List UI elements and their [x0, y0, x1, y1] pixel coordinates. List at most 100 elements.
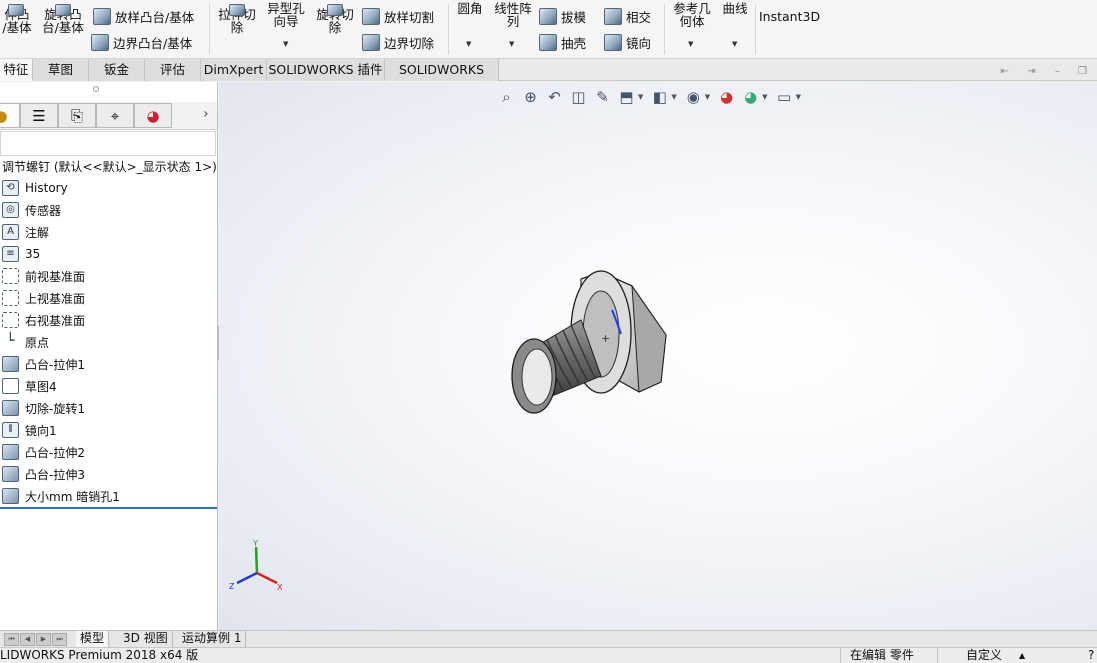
curves-button[interactable]: 曲线	[718, 2, 752, 15]
fillet-caret-icon[interactable]: ▼	[466, 40, 471, 48]
chevron-down-icon[interactable]: ▼	[762, 93, 767, 101]
tree-item-annotations[interactable]: A 注解	[2, 222, 49, 242]
tree-item-mirror1[interactable]: ⫴ 镜向1	[2, 420, 57, 440]
tree-item-cut-revolve1[interactable]: 切除-旋转1	[2, 398, 85, 418]
revolve-boss-button[interactable]: 旋转凸 台/基体	[38, 4, 88, 34]
unit-system-selector[interactable]: 自定义	[966, 648, 1002, 663]
chevron-down-icon[interactable]: ▼	[796, 93, 801, 101]
reference-geometry-caret-icon[interactable]: ▼	[688, 40, 693, 48]
curves-caret-icon[interactable]: ▼	[732, 40, 737, 48]
previous-tab-icon[interactable]: ◀	[20, 633, 35, 646]
origin-icon: └	[6, 333, 15, 349]
svg-text:Z: Z	[229, 582, 235, 591]
zoom-to-fit-icon[interactable]: ⌕	[497, 88, 516, 107]
graphics-area[interactable]: ⌕ ⊕ ↶ ◫ ✎ ⬒ ▼ ◧ ▼ ◉ ▼ ◕ ◕ ▼ ▭ ▼ + Y X Z	[219, 82, 1097, 630]
tree-item-label: 原点	[25, 335, 50, 350]
display-manager-tab[interactable]: ◕	[134, 103, 172, 128]
fillet-button[interactable]: 圆角	[454, 2, 486, 15]
hole-wizard-caret-icon[interactable]: ▼	[283, 40, 288, 48]
last-tab-icon[interactable]: ⏭	[52, 633, 67, 646]
zoom-to-area-icon[interactable]: ⊕	[521, 88, 540, 107]
plane-icon	[2, 268, 19, 284]
tree-item-history[interactable]: ⟲ History	[2, 178, 68, 198]
fillet-label: 圆角	[457, 1, 483, 16]
previous-view-icon[interactable]: ↶	[545, 88, 564, 107]
tree-item-boss-extrude2[interactable]: 凸台-拉伸2	[2, 442, 85, 462]
display-style-icon[interactable]: ◧	[650, 88, 669, 107]
chevron-down-icon[interactable]: ▼	[705, 93, 710, 101]
tab-model[interactable]: 模型	[76, 631, 110, 647]
tab-sketch[interactable]: 草图	[33, 59, 89, 81]
reference-geometry-button[interactable]: 参考几 何体	[669, 2, 715, 28]
boundary-boss-button[interactable]: 边界凸台/基体	[91, 33, 192, 52]
hole-wizard-label: 异型孔 向导	[267, 1, 305, 29]
dimxpert-manager-tab[interactable]: ⌖	[96, 103, 134, 128]
chevron-down-icon[interactable]: ▼	[671, 93, 676, 101]
lofted-cut-button[interactable]: 放样切割	[362, 7, 434, 26]
tab-3d-views[interactable]: 3D 视图	[119, 631, 173, 647]
instant3d-button[interactable]: Instant3D	[759, 10, 820, 23]
tree-item-right-plane[interactable]: 右视基准面	[2, 310, 85, 330]
shell-button[interactable]: 抽壳	[539, 33, 586, 52]
section-view-icon[interactable]: ◫	[569, 88, 588, 107]
tree-filter-input[interactable]	[0, 131, 216, 156]
chevron-up-icon[interactable]: ▲	[1019, 648, 1025, 663]
status-divider	[937, 648, 938, 663]
linear-pattern-button[interactable]: 线性阵 列	[490, 2, 536, 28]
feature-manager-tab[interactable]: ●	[0, 103, 20, 128]
tab-evaluate[interactable]: 评估	[145, 59, 201, 81]
restore-icon[interactable]: ❐	[1077, 67, 1088, 78]
revolve-boss-icon	[55, 4, 71, 16]
tree-item-sensors[interactable]: ◎ 传感器	[2, 200, 61, 220]
revolved-cut-button[interactable]: 旋转切 除	[312, 4, 358, 34]
boundary-cut-label: 边界切除	[384, 36, 435, 51]
previous-window-icon[interactable]: ⇤	[999, 67, 1010, 78]
tree-root-part[interactable]: 调节螺钉 (默认<<默认>_显示状态 1>)	[2, 158, 217, 175]
sensor-icon: ◎	[2, 202, 19, 218]
view-orientation-icon[interactable]: ⬒	[617, 88, 636, 107]
draft-button[interactable]: 拔模	[539, 7, 586, 26]
tab-solidworks-mbd[interactable]: SOLIDWORKS MBD	[385, 59, 499, 98]
minimize-icon[interactable]: –	[1052, 67, 1063, 78]
tree-item-origin[interactable]: └ 原点	[2, 332, 49, 352]
tree-item-sketch4[interactable]: 草图4	[2, 376, 57, 396]
configuration-manager-tab[interactable]: ⎘	[58, 103, 96, 128]
next-window-icon[interactable]: ⇥	[1026, 67, 1037, 78]
next-tab-icon[interactable]: ▶	[36, 633, 51, 646]
plane-icon	[2, 290, 19, 306]
tree-item-dowel-hole1[interactable]: 大小mm 暗销孔1	[2, 486, 120, 506]
chevron-right-icon[interactable]: ›	[203, 106, 209, 122]
screw-part-model[interactable]: +	[489, 262, 679, 422]
tree-item-top-plane[interactable]: 上视基准面	[2, 288, 85, 308]
tree-item-label: 右视基准面	[25, 313, 86, 328]
property-manager-tab[interactable]: ☰	[20, 103, 58, 128]
lofted-boss-button[interactable]: 放样凸台/基体	[93, 7, 194, 26]
help-icon[interactable]: ?	[1088, 648, 1094, 663]
tab-dimxpert[interactable]: DimXpert	[201, 59, 267, 81]
tree-item-boss-extrude3[interactable]: 凸台-拉伸3	[2, 464, 85, 484]
dynamic-annotation-icon[interactable]: ✎	[593, 88, 612, 107]
mirror-button[interactable]: 镜向	[604, 33, 651, 52]
hole-wizard-button[interactable]: 异型孔 向导	[263, 2, 309, 28]
extruded-cut-button[interactable]: 拉伸切 除	[214, 4, 260, 34]
linear-pattern-caret-icon[interactable]: ▼	[509, 40, 514, 48]
panel-grip-icon[interactable]	[93, 86, 99, 92]
chevron-down-icon[interactable]: ▼	[638, 93, 643, 101]
tab-features[interactable]: 特征	[0, 59, 33, 81]
edit-appearance-icon[interactable]: ◕	[717, 88, 736, 107]
view-settings-icon[interactable]: ▭	[775, 88, 794, 107]
mirror-icon: ⫴	[2, 422, 19, 438]
boundary-cut-button[interactable]: 边界切除	[362, 33, 434, 52]
tree-item-front-plane[interactable]: 前视基准面	[2, 266, 85, 286]
tab-sheet-metal[interactable]: 钣金	[89, 59, 145, 81]
first-tab-icon[interactable]: ⏮	[4, 633, 19, 646]
hide-show-items-icon[interactable]: ◉	[684, 88, 703, 107]
tab-solidworks-addins[interactable]: SOLIDWORKS 插件	[267, 59, 385, 81]
boss-extrude-button[interactable]: 伸凸 /基体	[0, 4, 34, 34]
intersect-button[interactable]: 相交	[604, 7, 651, 26]
tree-item-material[interactable]: ≡ 35	[2, 244, 40, 264]
tree-item-boss-extrude1[interactable]: 凸台-拉伸1	[2, 354, 85, 374]
tab-motion-study-1[interactable]: 运动算例 1	[178, 631, 247, 647]
apply-scene-icon[interactable]: ◕	[741, 88, 760, 107]
rollback-bar[interactable]	[0, 507, 217, 509]
